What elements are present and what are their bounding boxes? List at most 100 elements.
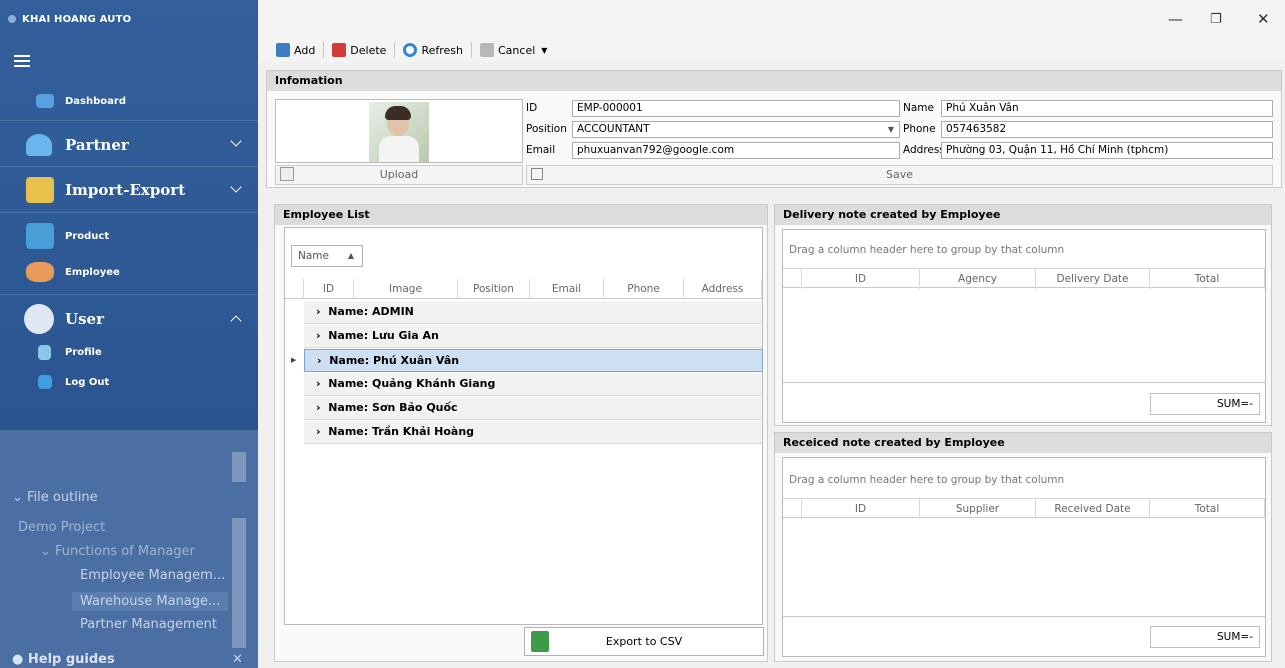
title-bar: — ❐ ✕ <box>258 0 1285 38</box>
refresh-icon <box>403 43 418 57</box>
position-label: Position <box>526 123 567 135</box>
sidebar-item-partner[interactable]: Partner <box>0 130 258 160</box>
tree-label: Employee Managem... <box>80 568 226 583</box>
tree-item-project[interactable]: Demo Project <box>18 520 105 535</box>
tree-item-functions[interactable]: ⌄ Functions of Manager <box>40 544 195 559</box>
group-row-label: Name: Phú Xuân Vân <box>329 354 460 367</box>
log-out-icon <box>38 375 52 389</box>
name-label: Name <box>903 102 934 114</box>
file-outline-header[interactable]: ⌄ File outline <box>12 490 98 505</box>
file-outline-label: File outline <box>27 490 98 505</box>
tree-item[interactable]: Partner Management <box>80 617 217 632</box>
column-header-total[interactable]: Total <box>1150 499 1265 519</box>
email-label: Email <box>526 144 556 156</box>
delivery-title: Delivery note created by Employee <box>775 205 1271 225</box>
address-field[interactable]: Phường 03, Quận 11, Hồ Chí Minh (tphcm) <box>941 142 1273 159</box>
sidebar-item-label: Employee <box>65 266 120 278</box>
column-header-id[interactable]: ID <box>802 499 920 519</box>
sidebar-item-dashboard[interactable]: Dashboard <box>0 90 258 112</box>
close-icon[interactable]: ✕ <box>232 652 243 667</box>
group-row-label: Name: Trần Khải Hoàng <box>328 425 475 438</box>
sidebar-item-employee[interactable]: Employee <box>0 260 258 284</box>
column-header-image[interactable]: Image <box>354 279 458 299</box>
app-logo-icon <box>8 15 16 23</box>
sidebar-item-label: Product <box>65 230 110 242</box>
tree-item[interactable]: Warehouse Manage... <box>72 592 229 611</box>
import-export-icon <box>26 177 54 203</box>
divider <box>0 120 258 121</box>
export-csv-button[interactable]: Export to CSV <box>524 627 764 656</box>
group-panel-hint: Drag a column header here to group by th… <box>789 474 1065 486</box>
group-row-son-bao-quoc[interactable]: › Name: Sơn Bảo Quốc <box>304 397 762 420</box>
position-select[interactable]: ACCOUNTANT ▼ <box>572 121 900 138</box>
column-header-address[interactable]: Address <box>684 279 762 299</box>
help-guides[interactable]: ● Help guides <box>12 652 115 667</box>
email-field[interactable]: phuxuanvan792@google.com <box>572 142 900 159</box>
close-window-icon[interactable]: ✕ <box>1257 10 1270 28</box>
group-row-tran-khai-hoang[interactable]: › Name: Trần Khải Hoàng <box>304 421 762 444</box>
id-field[interactable]: EMP-000001 <box>572 100 900 117</box>
group-panel-hint: Drag a column header here to group by th… <box>789 244 1065 256</box>
add-label: Add <box>294 43 316 57</box>
information-title: Infomation <box>267 71 1281 91</box>
column-header-position[interactable]: Position <box>458 279 530 299</box>
column-header-id[interactable]: ID <box>802 269 920 289</box>
column-header-total[interactable]: Total <box>1150 269 1265 289</box>
group-row-quang-khanh-giang[interactable]: › Name: Quảng Khánh Giang <box>304 373 762 396</box>
column-header-id[interactable]: ID <box>304 279 354 299</box>
refresh-button[interactable]: Refresh <box>401 43 465 57</box>
tree-item[interactable]: Employee Managem... <box>80 568 225 583</box>
sidebar-item-import-export[interactable]: Import-Export <box>0 175 258 205</box>
group-by-name-chip[interactable]: Name ▲ <box>291 245 363 267</box>
group-row-phu-xuan-van[interactable]: › Name: Phú Xuân Vân <box>304 349 763 372</box>
scrollbar[interactable] <box>232 452 246 482</box>
column-header-email[interactable]: Email <box>530 279 604 299</box>
employee-list-group: Employee List Name ▲ ID Image Position E… <box>274 204 768 662</box>
cancel-label: Cancel <box>498 43 536 57</box>
column-header-phone[interactable]: Phone <box>604 279 684 299</box>
name-field[interactable]: Phú Xuân Vân <box>941 100 1273 117</box>
hamburger-menu-icon[interactable] <box>14 55 30 67</box>
employee-grid: Name ▲ ID Image Position Email Phone Add… <box>284 227 763 625</box>
sidebar-item-label: Partner <box>65 136 129 154</box>
received-grid-header: ID Supplier Received Date Total <box>783 498 1265 519</box>
column-header-delivery-date[interactable]: Delivery Date <box>1036 269 1150 289</box>
minimize-icon[interactable]: — <box>1168 10 1183 28</box>
restore-icon[interactable]: ❐ <box>1210 12 1222 27</box>
address-label: Address <box>903 144 945 156</box>
add-user-icon <box>276 43 290 57</box>
received-total-summary: SUM=- <box>1150 626 1260 648</box>
save-icon <box>531 168 543 180</box>
column-header-received-date[interactable]: Received Date <box>1036 499 1150 519</box>
column-header-supplier[interactable]: Supplier <box>920 499 1036 519</box>
cancel-button[interactable]: Cancel ▼ <box>478 43 549 57</box>
received-grid: Drag a column header here to group by th… <box>782 457 1266 657</box>
group-row-admin[interactable]: › Name: ADMIN <box>304 301 762 324</box>
sidebar-item-label: Dashboard <box>65 95 126 107</box>
divider <box>0 294 258 295</box>
sidebar-item-profile[interactable]: Profile <box>0 342 258 362</box>
tree-label: Functions of Manager <box>55 544 195 559</box>
group-row-luu-gia-an[interactable]: › Name: Lưu Gia An <box>304 325 762 348</box>
phone-field[interactable]: 057463582 <box>941 121 1273 138</box>
delivery-notes-group: Delivery note created by Employee Drag a… <box>774 204 1272 426</box>
sidebar-item-label: Profile <box>65 346 102 358</box>
sidebar-item-product[interactable]: Product <box>0 222 258 250</box>
column-header-agency[interactable]: Agency <box>920 269 1036 289</box>
sidebar-item-log-out[interactable]: Log Out <box>0 372 258 392</box>
add-button[interactable]: Add <box>274 43 317 57</box>
sidebar-item-user[interactable]: User <box>0 303 258 335</box>
refresh-label: Refresh <box>421 43 463 57</box>
header-indicator <box>285 279 304 299</box>
upload-button[interactable]: Upload <box>275 165 523 185</box>
save-label: Save <box>885 168 913 181</box>
delete-button[interactable]: Delete <box>330 43 388 57</box>
dashboard-icon <box>36 94 54 108</box>
save-button[interactable]: Save <box>526 165 1273 185</box>
group-chip-label: Name <box>298 250 329 262</box>
cancel-icon <box>480 43 494 57</box>
divider <box>323 42 325 58</box>
scrollbar[interactable] <box>232 518 246 648</box>
user-icon <box>24 304 54 334</box>
sort-ascending-icon: ▲ <box>347 251 354 260</box>
